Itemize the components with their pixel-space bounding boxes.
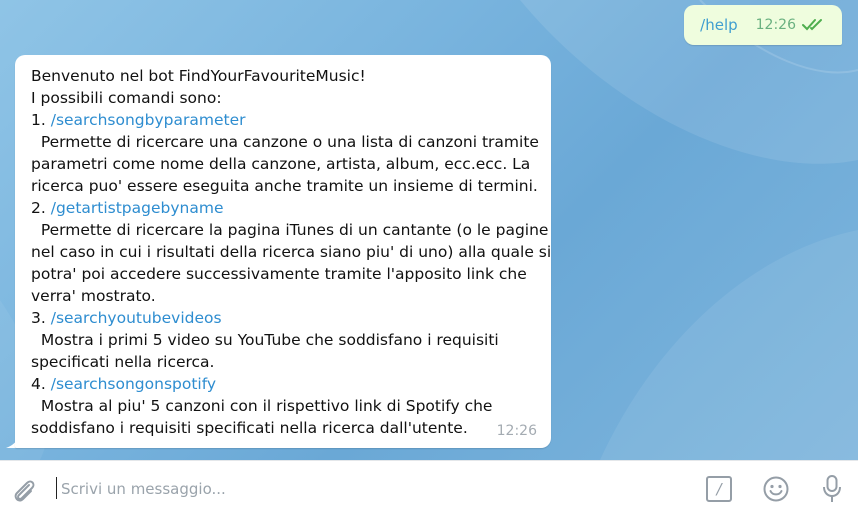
message-line: nel caso in cui i risultati della ricerc… [31, 241, 551, 263]
message-line-text: soddisfano i requisiti specificati nella… [31, 419, 468, 437]
message-line: potra' poi accedere successivamente tram… [31, 263, 535, 285]
message-line-text: Benvenuto nel bot FindYourFavouriteMusic… [31, 67, 366, 85]
message-line-text: Permette di ricercare una canzone o una … [31, 133, 539, 151]
command-link[interactable]: /searchsongonspotify [51, 375, 216, 393]
command-list-item: 1. /searchsongbyparameter [31, 109, 535, 131]
message-line: Benvenuto nel bot FindYourFavouriteMusic… [31, 65, 535, 87]
outgoing-message-text: /help [700, 16, 738, 34]
command-list-item: 4. /searchsongonspotify [31, 373, 535, 395]
outgoing-message-bubble[interactable]: /help 12:26 [684, 5, 842, 45]
command-number: 2. [31, 199, 51, 217]
message-line-text: Mostra al piu' 5 canzoni con il rispetti… [31, 397, 493, 415]
command-list-item: 2. /getartistpagebyname [31, 197, 535, 219]
message-line-text: specificati nella ricerca. [31, 353, 215, 371]
command-link[interactable]: /getartistpagebyname [51, 199, 224, 217]
command-list-item: 3. /searchyoutubevideos [31, 307, 535, 329]
incoming-message-time: 12:26 [496, 423, 537, 439]
message-line: Permette di ricercare una canzone o una … [31, 131, 539, 153]
incoming-message-text: Benvenuto nel bot FindYourFavouriteMusic… [31, 65, 551, 439]
message-line-text: verra' mostrato. [31, 287, 156, 305]
message-line: specificati nella ricerca. [31, 351, 535, 373]
message-line: I possibili comandi sono: [31, 87, 535, 109]
message-line: parametri come nome della canzone, artis… [31, 153, 535, 175]
slash-command-icon[interactable]: / [706, 476, 732, 502]
text-cursor [56, 477, 57, 499]
message-line: Mostra i primi 5 video su YouTube che so… [31, 329, 535, 351]
paperclip-icon[interactable] [9, 476, 39, 506]
message-line: soddisfano i requisiti specificati nella… [31, 417, 535, 439]
microphone-icon[interactable] [821, 474, 843, 504]
message-line-text: Permette di ricercare la pagina iTunes d… [31, 221, 549, 239]
command-number: 1. [31, 111, 51, 129]
message-line-text: I possibili comandi sono: [31, 89, 222, 107]
message-input[interactable] [61, 477, 661, 501]
message-line: Permette di ricercare la pagina iTunes d… [31, 219, 549, 241]
command-number: 3. [31, 309, 51, 327]
message-line: Mostra al piu' 5 canzoni con il rispetti… [31, 395, 535, 417]
slash-command-glyph: / [716, 480, 722, 498]
command-number: 4. [31, 375, 51, 393]
message-line-text: Mostra i primi 5 video su YouTube che so… [31, 331, 499, 349]
message-composer: / [0, 460, 858, 517]
command-link[interactable]: /searchsongbyparameter [51, 111, 246, 129]
command-link[interactable]: /searchyoutubevideos [51, 309, 222, 327]
message-line-text: parametri come nome della canzone, artis… [31, 155, 531, 173]
double-check-icon [802, 19, 822, 31]
message-line-text: potra' poi accedere successivamente tram… [31, 265, 527, 283]
message-line: verra' mostrato. [31, 285, 535, 307]
message-line-text: ricerca puo' essere eseguita anche trami… [31, 177, 538, 195]
message-line-text: nel caso in cui i risultati della ricerc… [31, 243, 552, 261]
incoming-message-bubble[interactable]: Benvenuto nel bot FindYourFavouriteMusic… [15, 55, 551, 448]
smiley-icon[interactable] [762, 475, 790, 503]
outgoing-message-time: 12:26 [755, 17, 796, 33]
message-line: ricerca puo' essere eseguita anche trami… [31, 175, 538, 197]
